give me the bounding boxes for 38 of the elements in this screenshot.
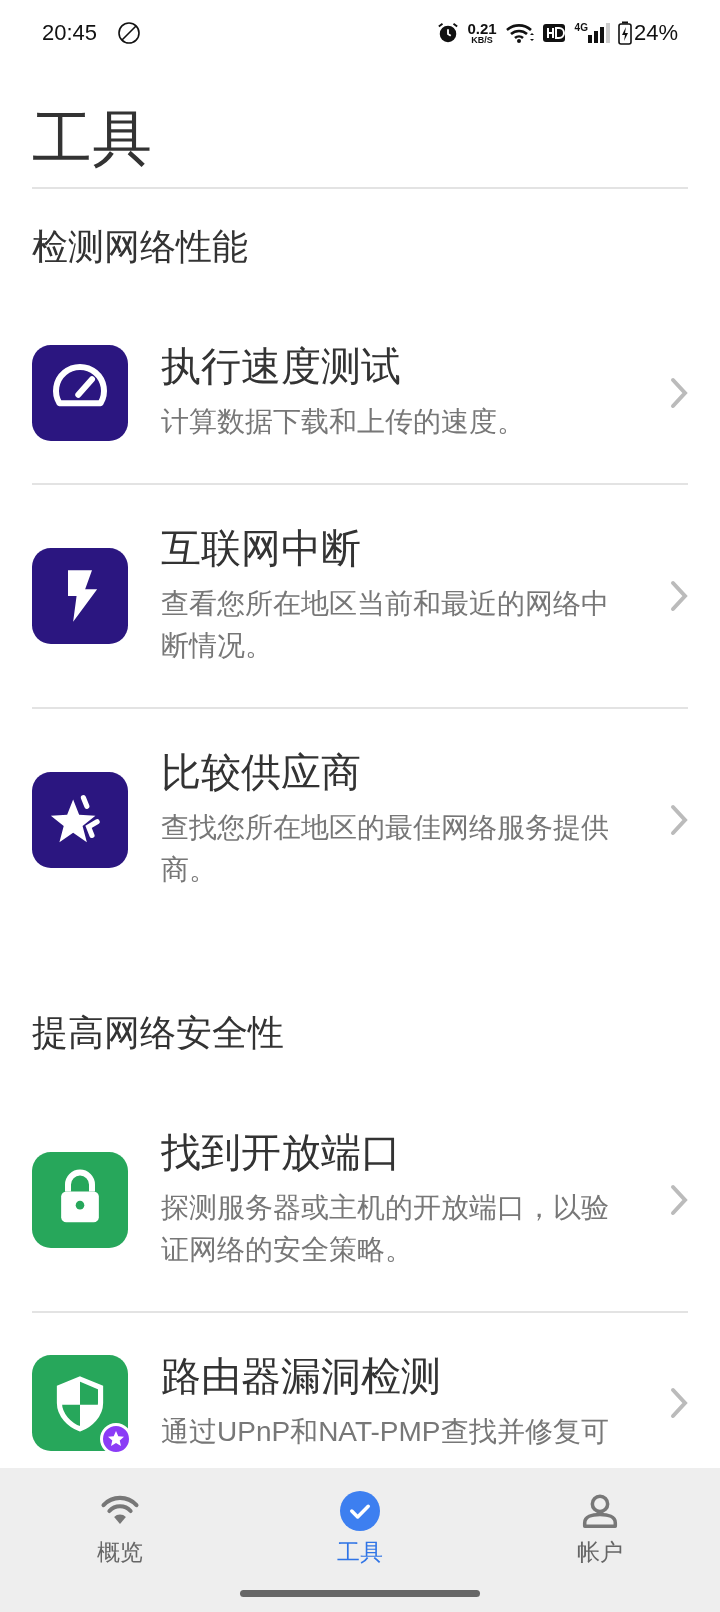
tool-item[interactable]: 执行速度测试 计算数据下载和上传的速度。: [32, 303, 688, 483]
alarm-icon: [437, 21, 460, 44]
section-heading: 提高网络安全性: [32, 1011, 285, 1055]
item-title: 互联网中断: [161, 525, 362, 571]
chevron-right-icon: [670, 580, 688, 612]
nav-tab[interactable]: 工具: [240, 1468, 480, 1578]
tool-item[interactable]: 比较供应商 查找您所在地区的最佳网络服务提供商。: [32, 709, 688, 931]
signal-icon: [587, 22, 610, 43]
item-description: 计算数据下载和上传的速度。: [161, 405, 526, 439]
chevron-right-icon: [670, 1184, 688, 1216]
item-title: 找到开放端口: [161, 1129, 402, 1175]
item-description: 通过UPnP和NAT-PMP查找并修复可: [161, 1415, 610, 1449]
item-description: 探测服务器或主机的开放端口，以验证网络的安全策略。: [161, 1191, 610, 1267]
chevron-right-icon: [670, 1387, 688, 1419]
network-type: 4G: [574, 22, 588, 33]
tool-item[interactable]: 路由器漏洞检测 通过UPnP和NAT-PMP查找并修复可: [32, 1313, 688, 1457]
item-title: 执行速度测试: [161, 343, 402, 389]
nav-tab[interactable]: 帐户: [480, 1468, 720, 1578]
checkmark-icon: [340, 1491, 380, 1531]
speed-unit: KB/S: [471, 35, 493, 45]
no-ads-icon: [117, 20, 142, 45]
status-time: 20:45: [42, 19, 98, 47]
item-title: 比较供应商: [161, 749, 362, 795]
section-heading: 检测网络性能: [32, 225, 249, 269]
item-description: 查看您所在地区当前和最近的网络中断情况。: [161, 587, 610, 663]
tool-item[interactable]: 找到开放端口 探测服务器或主机的开放端口，以验证网络的安全策略。: [32, 1089, 688, 1311]
speed-value: 0.21: [467, 20, 497, 36]
chevron-right-icon: [670, 377, 688, 409]
nav-tab[interactable]: 概览: [0, 1468, 240, 1578]
battery-level: 24%: [633, 19, 678, 47]
battery-icon: [617, 20, 632, 45]
chevron-right-icon: [670, 804, 688, 836]
item-title: 路由器漏洞检测: [161, 1353, 442, 1399]
page-title: 工具: [32, 104, 153, 174]
item-description: 查找您所在地区的最佳网络服务提供商。: [161, 811, 610, 887]
wifi-icon: [504, 21, 535, 44]
hd-icon: [542, 23, 565, 42]
tool-item[interactable]: 互联网中断 查看您所在地区当前和最近的网络中断情况。: [32, 485, 688, 707]
